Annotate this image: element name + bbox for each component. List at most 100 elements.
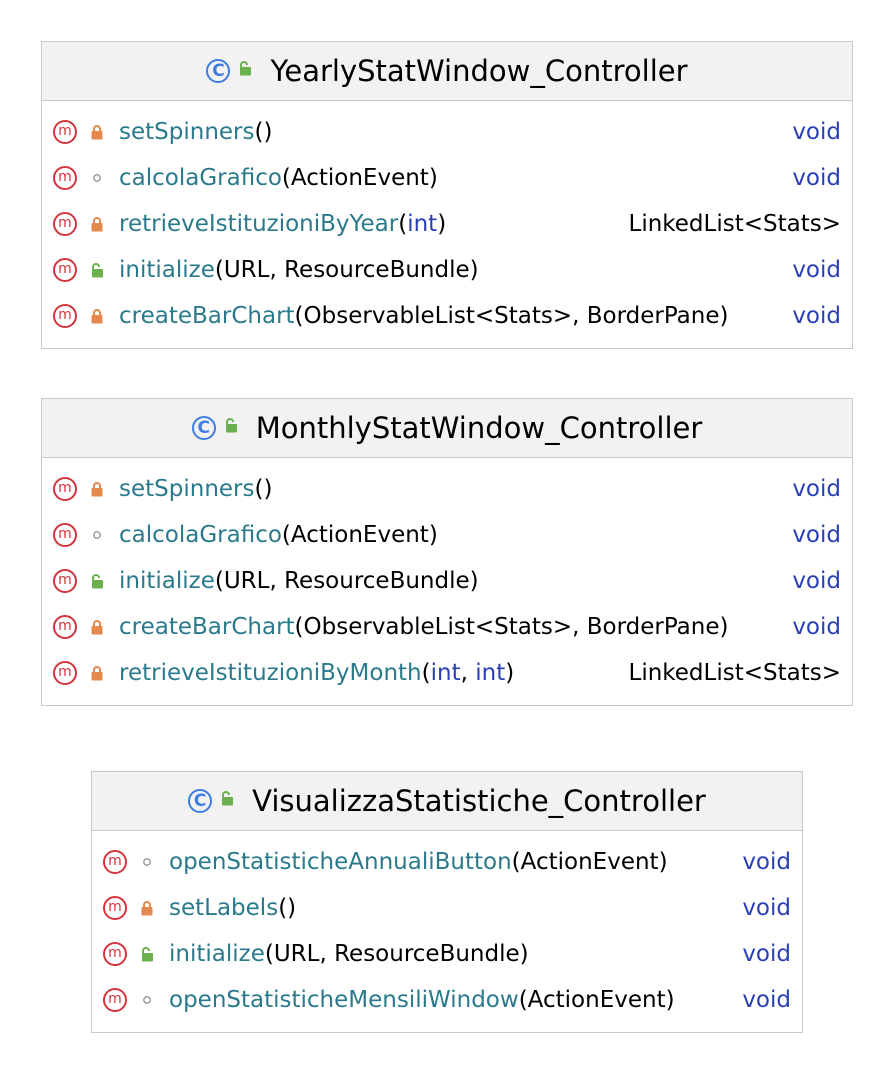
method-params: () bbox=[278, 895, 297, 921]
method-list: m openStatisticheAnnualiButton (ActionEven… bbox=[92, 831, 802, 1023]
method-row[interactable]: m initialize (URL, ResourceBundle) void bbox=[42, 247, 852, 293]
method-return-type: void bbox=[792, 165, 841, 191]
method-params: () bbox=[254, 119, 273, 145]
package-dot-icon bbox=[139, 990, 155, 1010]
method-params: (int) bbox=[398, 211, 447, 237]
method-icon: m bbox=[103, 942, 127, 966]
method-icon: m bbox=[53, 212, 77, 236]
private-lock-icon bbox=[89, 122, 105, 142]
method-icon: m bbox=[53, 569, 77, 593]
method-name: initialize bbox=[169, 941, 265, 967]
method-row[interactable]: m openStatisticheAnnualiButton (ActionEven… bbox=[92, 839, 802, 885]
method-icon: m bbox=[53, 477, 77, 501]
public-unlock-icon bbox=[224, 418, 242, 438]
method-row[interactable]: m openStatisticheMensiliWindow (ActionEven… bbox=[92, 977, 802, 1023]
class-header: C VisualizzaStatistiche_Controller bbox=[92, 772, 802, 831]
class-header: C YearlyStatWindow_Controller bbox=[42, 42, 852, 101]
class-icon: C bbox=[191, 416, 216, 440]
class-monthlystatwindow-controller[interactable]: C MonthlyStatWindow_Controllerm setSpinner… bbox=[41, 398, 853, 706]
method-params: (URL, ResourceBundle) bbox=[214, 568, 479, 594]
class-icon: C bbox=[188, 789, 213, 813]
method-row[interactable]: m calcolaGrafico (ActionEvent) void bbox=[42, 155, 852, 201]
method-params: (ActionEvent) bbox=[518, 987, 675, 1013]
method-return-type: void bbox=[792, 257, 841, 283]
method-return-type: void bbox=[742, 849, 791, 875]
method-row[interactable]: m setSpinners() void bbox=[42, 109, 852, 155]
method-name: setLabels bbox=[169, 895, 279, 921]
method-row[interactable]: m retrieveIstituzioniByMonth (int, int) Lin… bbox=[42, 650, 852, 696]
method-params: (URL, ResourceBundle) bbox=[264, 941, 529, 967]
method-icon: m bbox=[103, 988, 127, 1012]
package-dot-icon bbox=[139, 852, 155, 872]
method-row[interactable]: m retrieveIstituzioniByYear (int) LinkedLis… bbox=[42, 201, 852, 247]
package-dot-icon bbox=[89, 525, 105, 545]
private-lock-icon bbox=[89, 663, 105, 683]
method-params: (URL, ResourceBundle) bbox=[214, 257, 479, 283]
method-name: setSpinners bbox=[119, 476, 255, 502]
method-name: calcolaGrafico bbox=[119, 165, 282, 191]
method-name: createBarChart bbox=[119, 614, 295, 640]
method-row[interactable]: m createBarChart (ObservableList<Stats>, B… bbox=[42, 604, 852, 650]
method-params: () bbox=[254, 476, 273, 502]
method-params: (ObservableList<Stats>, BorderPane) bbox=[294, 303, 729, 329]
method-icon: m bbox=[103, 850, 127, 874]
public-unlock-icon bbox=[238, 61, 256, 81]
method-return-type: void bbox=[742, 941, 791, 967]
method-name: setSpinners bbox=[119, 119, 255, 145]
method-return-type: void bbox=[792, 303, 841, 329]
method-row[interactable]: m setSpinners() void bbox=[42, 466, 852, 512]
method-return-type: void bbox=[792, 614, 841, 640]
method-row[interactable]: m setLabels() void bbox=[92, 885, 802, 931]
method-params: (ObservableList<Stats>, BorderPane) bbox=[294, 614, 729, 640]
public-unlock-icon bbox=[220, 791, 238, 811]
private-lock-icon bbox=[89, 617, 105, 637]
method-icon: m bbox=[53, 166, 77, 190]
method-name: retrieveIstituzioniByYear bbox=[119, 211, 399, 237]
package-dot-icon bbox=[89, 168, 105, 188]
method-row[interactable]: m calcolaGrafico (ActionEvent) void bbox=[42, 512, 852, 558]
method-return-type: LinkedList<Stats> bbox=[628, 660, 842, 686]
class-visualizzastatistiche-controller[interactable]: C VisualizzaStatistiche_Controllerm openSt… bbox=[91, 771, 803, 1033]
method-name: retrieveIstituzioniByMonth bbox=[119, 660, 422, 686]
private-lock-icon bbox=[89, 306, 105, 326]
method-return-type: void bbox=[742, 987, 791, 1013]
method-params: (ActionEvent) bbox=[281, 522, 438, 548]
method-return-type: void bbox=[792, 568, 841, 594]
method-return-type: void bbox=[792, 522, 841, 548]
method-list: m setSpinners() void m calcolaGrafico (Action… bbox=[42, 101, 852, 339]
class-name: YearlyStatWindow_Controller bbox=[270, 54, 688, 88]
method-list: m setSpinners() void m calcolaGrafico (Action… bbox=[42, 458, 852, 696]
method-icon: m bbox=[53, 615, 77, 639]
method-icon: m bbox=[53, 523, 77, 547]
method-name: calcolaGrafico bbox=[119, 522, 282, 548]
method-return-type: void bbox=[742, 895, 791, 921]
method-return-type: void bbox=[792, 476, 841, 502]
method-icon: m bbox=[53, 258, 77, 282]
method-name: openStatisticheAnnualiButton bbox=[169, 849, 512, 875]
method-icon: m bbox=[53, 661, 77, 685]
method-name: openStatisticheMensiliWindow bbox=[169, 987, 519, 1013]
public-unlock-icon bbox=[139, 944, 155, 964]
method-return-type: void bbox=[792, 119, 841, 145]
method-name: initialize bbox=[119, 257, 215, 283]
public-unlock-icon bbox=[89, 571, 105, 591]
method-row[interactable]: m initialize (URL, ResourceBundle) void bbox=[42, 558, 852, 604]
class-name: MonthlyStatWindow_Controller bbox=[255, 411, 703, 445]
method-row[interactable]: m initialize (URL, ResourceBundle) void bbox=[92, 931, 802, 977]
private-lock-icon bbox=[89, 479, 105, 499]
method-name: initialize bbox=[119, 568, 215, 594]
class-icon: C bbox=[206, 59, 231, 83]
private-lock-icon bbox=[89, 214, 105, 234]
class-header: C MonthlyStatWindow_Controller bbox=[42, 399, 852, 458]
method-name: createBarChart bbox=[119, 303, 295, 329]
method-icon: m bbox=[53, 120, 77, 144]
method-icon: m bbox=[53, 304, 77, 328]
class-name: VisualizzaStatistiche_Controller bbox=[252, 784, 706, 818]
private-lock-icon bbox=[139, 898, 155, 918]
method-params: (int, int) bbox=[421, 660, 515, 686]
method-row[interactable]: m createBarChart (ObservableList<Stats>, B… bbox=[42, 293, 852, 339]
class-yearlystatwindow-controller[interactable]: C YearlyStatWindow_Controllerm setSpinners… bbox=[41, 41, 853, 349]
method-params: (ActionEvent) bbox=[511, 849, 668, 875]
public-unlock-icon bbox=[89, 260, 105, 280]
method-return-type: LinkedList<Stats> bbox=[628, 211, 842, 237]
